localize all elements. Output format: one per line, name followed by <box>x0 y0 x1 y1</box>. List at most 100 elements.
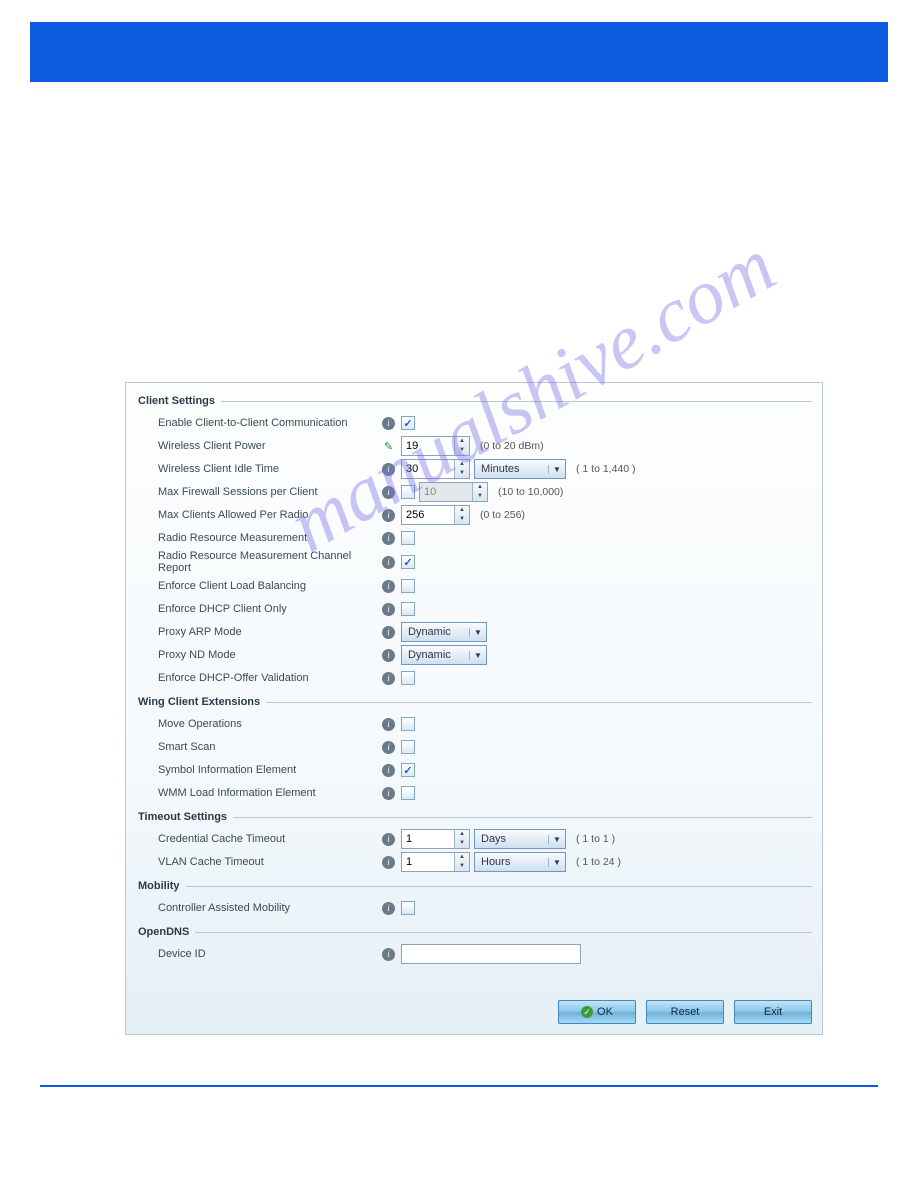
hint-max-clients: (0 to 256) <box>480 509 525 521</box>
input-cred-timeout[interactable] <box>402 830 454 848</box>
hint-idle-time: ( 1 to 1,440 ) <box>576 463 636 475</box>
info-icon[interactable]: i <box>382 672 395 685</box>
spin-up-icon[interactable]: ▲ <box>455 460 469 469</box>
info-icon[interactable]: i <box>382 833 395 846</box>
row-client-power: Wireless Client Power ✎ ▲▼ (0 to 20 dBm) <box>136 435 812 457</box>
label-rrm-cr: Radio Resource Measurement Channel Repor… <box>136 550 382 574</box>
label-enforce-dhcp: Enforce DHCP Client Only <box>136 603 382 615</box>
input-client-power[interactable] <box>402 437 454 455</box>
info-icon[interactable]: i <box>382 764 395 777</box>
checkbox-enable-c2c[interactable] <box>401 416 415 430</box>
info-icon[interactable]: i <box>382 718 395 731</box>
ok-button[interactable]: ✓ OK <box>558 1000 636 1024</box>
spin-down-icon: ▼ <box>473 492 487 501</box>
footer-rule <box>40 1085 878 1087</box>
info-icon[interactable]: i <box>382 626 395 639</box>
spin-down-icon[interactable]: ▼ <box>455 446 469 455</box>
row-smart-scan: Smart Scan i <box>136 736 812 758</box>
spinner-vlan-timeout[interactable]: ▲▼ <box>401 852 470 872</box>
info-icon[interactable]: i <box>382 649 395 662</box>
select-proxy-nd[interactable]: Dynamic ▼ <box>401 645 487 665</box>
info-icon[interactable]: i <box>382 856 395 869</box>
info-icon[interactable]: i <box>382 417 395 430</box>
spinner-idle-time[interactable]: ▲▼ <box>401 459 470 479</box>
select-cred-unit[interactable]: Days ▼ <box>474 829 566 849</box>
page-header-bar <box>30 22 888 82</box>
row-vlan-timeout: VLAN Cache Timeout i ▲▼ Hours ▼ ( 1 to 2… <box>136 851 812 873</box>
spin-down-icon[interactable]: ▼ <box>455 515 469 524</box>
info-icon[interactable]: i <box>382 902 395 915</box>
reset-button-label: Reset <box>671 1006 700 1018</box>
info-icon[interactable]: i <box>382 556 395 569</box>
timeout-legend: Timeout Settings <box>136 811 233 823</box>
label-smart-scan: Smart Scan <box>136 741 382 753</box>
checkbox-sie[interactable] <box>401 763 415 777</box>
spin-up-icon[interactable]: ▲ <box>455 437 469 446</box>
row-proxy-arp: Proxy ARP Mode i Dynamic ▼ <box>136 621 812 643</box>
mobility-legend: Mobility <box>136 880 186 892</box>
row-enforce-dhcp: Enforce DHCP Client Only i <box>136 598 812 620</box>
chevron-down-icon: ▼ <box>548 465 565 474</box>
label-move-ops: Move Operations <box>136 718 382 730</box>
spin-down-icon[interactable]: ▼ <box>455 862 469 871</box>
spin-up-icon[interactable]: ▲ <box>455 506 469 515</box>
hint-client-power: (0 to 20 dBm) <box>480 440 544 452</box>
checkbox-enforce-dhcp-offer[interactable] <box>401 671 415 685</box>
pencil-icon[interactable]: ✎ <box>382 440 395 453</box>
info-icon[interactable]: i <box>382 580 395 593</box>
spinner-cred-timeout[interactable]: ▲▼ <box>401 829 470 849</box>
row-device-id: Device ID i <box>136 943 812 965</box>
spin-up-icon: ▲ <box>473 483 487 492</box>
checkbox-wmm[interactable] <box>401 786 415 800</box>
info-icon[interactable]: i <box>382 486 395 499</box>
checkbox-enforce-dhcp[interactable] <box>401 602 415 616</box>
spin-down-icon[interactable]: ▼ <box>455 469 469 478</box>
exit-button[interactable]: Exit <box>734 1000 812 1024</box>
checkbox-rrm[interactable] <box>401 531 415 545</box>
spinner-client-power[interactable]: ▲▼ <box>401 436 470 456</box>
spin-down-icon[interactable]: ▼ <box>455 839 469 848</box>
row-wmm: WMM Load Information Element i <box>136 782 812 804</box>
info-icon[interactable]: i <box>382 787 395 800</box>
checkbox-move-ops[interactable] <box>401 717 415 731</box>
spin-up-icon[interactable]: ▲ <box>455 853 469 862</box>
info-icon[interactable]: i <box>382 741 395 754</box>
checkbox-enforce-lb[interactable] <box>401 579 415 593</box>
row-enforce-lb: Enforce Client Load Balancing i <box>136 575 812 597</box>
row-cred-timeout: Credential Cache Timeout i ▲▼ Days ▼ ( 1… <box>136 828 812 850</box>
input-idle-time[interactable] <box>402 460 454 478</box>
row-max-clients: Max Clients Allowed Per Radio i ▲▼ (0 to… <box>136 504 812 526</box>
ok-check-icon: ✓ <box>581 1006 593 1018</box>
select-idle-unit[interactable]: Minutes ▼ <box>474 459 566 479</box>
checkbox-max-fw-enable[interactable] <box>401 485 415 499</box>
select-proxy-nd-value: Dynamic <box>408 649 451 661</box>
input-vlan-timeout[interactable] <box>402 853 454 871</box>
row-idle-time: Wireless Client Idle Time i ▲▼ Minutes ▼… <box>136 458 812 480</box>
checkbox-cam[interactable] <box>401 901 415 915</box>
info-icon[interactable]: i <box>382 509 395 522</box>
info-icon[interactable]: i <box>382 603 395 616</box>
info-icon[interactable]: i <box>382 948 395 961</box>
input-device-id[interactable] <box>401 944 581 964</box>
exit-button-label: Exit <box>764 1006 782 1018</box>
checkbox-rrm-cr[interactable] <box>401 555 415 569</box>
input-max-clients[interactable] <box>402 506 454 524</box>
checkbox-smart-scan[interactable] <box>401 740 415 754</box>
reset-button[interactable]: Reset <box>646 1000 724 1024</box>
label-wmm: WMM Load Information Element <box>136 787 382 799</box>
select-proxy-arp[interactable]: Dynamic ▼ <box>401 622 487 642</box>
select-vlan-unit[interactable]: Hours ▼ <box>474 852 566 872</box>
footer-buttons: ✓ OK Reset Exit <box>136 1000 812 1024</box>
info-icon[interactable]: i <box>382 532 395 545</box>
label-vlan-timeout: VLAN Cache Timeout <box>136 856 382 868</box>
label-sie: Symbol Information Element <box>136 764 382 776</box>
label-idle-time: Wireless Client Idle Time <box>136 463 382 475</box>
spin-up-icon[interactable]: ▲ <box>455 830 469 839</box>
label-cred-timeout: Credential Cache Timeout <box>136 833 382 845</box>
row-proxy-nd: Proxy ND Mode i Dynamic ▼ <box>136 644 812 666</box>
hint-cred-timeout: ( 1 to 1 ) <box>576 833 615 845</box>
select-vlan-unit-value: Hours <box>481 856 510 868</box>
row-cam: Controller Assisted Mobility i <box>136 897 812 919</box>
info-icon[interactable]: i <box>382 463 395 476</box>
spinner-max-clients[interactable]: ▲▼ <box>401 505 470 525</box>
